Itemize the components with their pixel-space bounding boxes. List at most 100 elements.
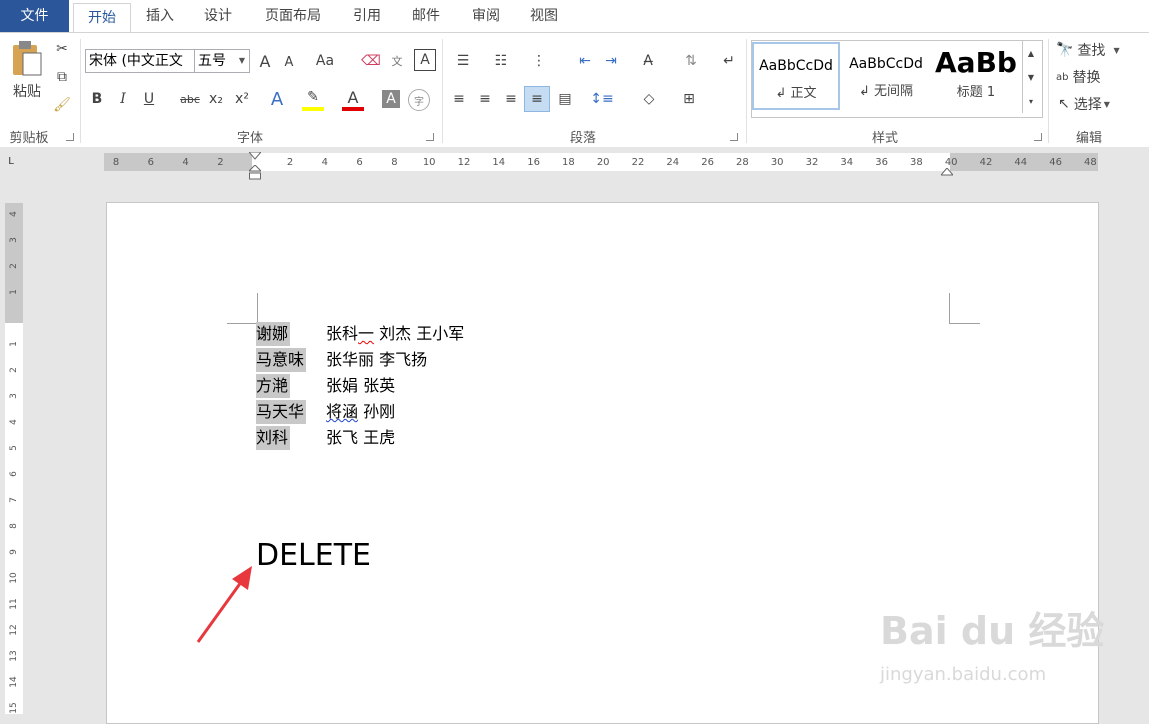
vertical-ruler[interactable]: 4 3 2 1 1 2 3 4 5 6 7 8 9 10 11 12 13 14 15 bbox=[5, 203, 23, 714]
text-effects-icon[interactable]: A bbox=[266, 87, 288, 111]
ruler-tick-label: 5 bbox=[9, 445, 19, 451]
align-center-icon[interactable]: ≡ bbox=[474, 87, 496, 111]
font-size-value: 五号 bbox=[198, 53, 226, 69]
grow-font-button[interactable]: A bbox=[256, 49, 274, 73]
multilevel-list-icon[interactable]: ⋮ bbox=[524, 49, 554, 73]
ruler-tick-label: 11 bbox=[9, 598, 19, 610]
document-line[interactable]: 谢娜 张科一 刘杰 王小军 bbox=[256, 322, 464, 346]
strikethrough-button[interactable]: abc bbox=[178, 87, 202, 111]
ruler-tick-label: 46 bbox=[1049, 157, 1062, 168]
line-rest: 张娟 张英 bbox=[326, 376, 396, 395]
select-button[interactable]: ↖ 选择 ▼ bbox=[1058, 93, 1110, 115]
ruler-tick-label: 42 bbox=[979, 157, 993, 168]
document-line[interactable]: 方滟 张娟 张英 bbox=[256, 374, 395, 398]
baidu-watermark-url: jingyan.baidu.com bbox=[880, 664, 1047, 685]
ruler-tick-label: 28 bbox=[736, 157, 749, 168]
line-spacing-icon[interactable]: ↕≡ bbox=[586, 87, 618, 111]
editing-group-label: 编辑 bbox=[1075, 131, 1102, 146]
tab-references[interactable]: 引用 bbox=[342, 0, 392, 32]
style-heading-1[interactable]: AaBb 标题 1 bbox=[932, 42, 1020, 110]
right-indent-marker[interactable] bbox=[939, 165, 955, 176]
style-normal-preview: AaBbCcDd bbox=[759, 58, 833, 74]
phonetic-guide-icon[interactable]: 文 bbox=[386, 49, 408, 73]
styles-scroll-up-icon[interactable]: ▲ bbox=[1022, 41, 1039, 65]
divider bbox=[80, 39, 81, 143]
ruler-tick-label: 16 bbox=[527, 157, 540, 168]
document-line[interactable]: 刘科 张飞 王虎 bbox=[256, 426, 395, 450]
ruler-tick-label: 18 bbox=[562, 157, 575, 168]
ruler-tick-label: 6 bbox=[147, 157, 154, 168]
sort-icon[interactable]: ⇅ bbox=[680, 49, 702, 73]
styles-launcher-icon[interactable] bbox=[1034, 133, 1042, 141]
styles-more-icon[interactable]: ▾ bbox=[1022, 89, 1039, 113]
style-normal[interactable]: AaBbCcDd ↲ 正文 bbox=[752, 42, 840, 110]
copy-icon[interactable]: ⧉ bbox=[52, 67, 72, 87]
left-indent-marker[interactable] bbox=[247, 164, 263, 181]
bullets-icon[interactable]: ☰ bbox=[448, 49, 478, 73]
character-border-icon[interactable]: A bbox=[414, 49, 436, 71]
subscript-button[interactable]: x₂ bbox=[206, 87, 226, 111]
style-normal-label: ↲ 正文 bbox=[775, 86, 817, 101]
bold-button[interactable]: B bbox=[88, 87, 106, 111]
find-label: 查找 bbox=[1077, 43, 1106, 59]
font-launcher-icon[interactable] bbox=[426, 133, 434, 141]
character-shading-icon[interactable]: A bbox=[382, 90, 400, 108]
selected-name: 马意味 bbox=[256, 348, 307, 372]
tab-design[interactable]: 设计 bbox=[193, 0, 243, 32]
show-hide-marks-icon[interactable]: ↵ bbox=[718, 49, 740, 73]
tab-insert[interactable]: 插入 bbox=[135, 0, 185, 32]
change-case-button[interactable]: Aa bbox=[314, 49, 336, 73]
tab-review[interactable]: 审阅 bbox=[461, 0, 511, 32]
enclose-characters-icon[interactable]: 字 bbox=[408, 89, 430, 111]
styles-scroll-down-icon[interactable]: ▼ bbox=[1022, 65, 1039, 89]
document-line[interactable]: 马天华 将涵 孙刚 bbox=[256, 400, 395, 424]
cut-icon[interactable]: ✂ bbox=[52, 39, 72, 59]
font-name-combo[interactable]: 宋体 (中文正文 bbox=[85, 49, 195, 73]
justify-icon[interactable]: ≡ bbox=[524, 86, 550, 112]
style-no-spacing[interactable]: AaBbCcDd ↲ 无间隔 bbox=[842, 42, 930, 110]
baidu-watermark-logo: Bai du 经验 bbox=[880, 609, 1105, 653]
decrease-indent-icon[interactable]: ⇤ bbox=[574, 49, 596, 73]
distributed-icon[interactable]: ▤ bbox=[554, 87, 576, 111]
superscript-button[interactable]: x² bbox=[232, 87, 252, 111]
tab-file[interactable]: 文件 bbox=[0, 0, 69, 32]
style-no-spacing-preview: AaBbCcDd bbox=[849, 56, 923, 72]
font-size-combo[interactable]: 五号 ▼ bbox=[194, 49, 250, 73]
align-left-icon[interactable]: ≡ bbox=[448, 87, 470, 111]
selected-name: 谢娜 bbox=[256, 322, 291, 346]
borders-icon[interactable]: ⊞ bbox=[674, 87, 704, 111]
document-line[interactable]: 马意味 张华丽 李飞扬 bbox=[256, 348, 427, 372]
tab-mailings[interactable]: 邮件 bbox=[401, 0, 451, 32]
italic-button[interactable]: I bbox=[114, 87, 132, 111]
selected-name: 刘科 bbox=[256, 426, 291, 450]
ruler-tick-label: 2 bbox=[9, 263, 19, 269]
paste-button[interactable]: 粘贴 bbox=[6, 81, 48, 101]
align-right-icon[interactable]: ≡ bbox=[500, 87, 522, 111]
ruler-tick-label: 14 bbox=[492, 157, 506, 168]
find-button[interactable]: 🔭 查找 ▼ bbox=[1056, 39, 1120, 61]
ruler-tick-label: 30 bbox=[770, 157, 784, 168]
tab-page-layout[interactable]: 页面布局 bbox=[254, 0, 332, 32]
shrink-font-button[interactable]: A bbox=[280, 51, 298, 73]
underline-button[interactable]: U bbox=[140, 87, 158, 111]
line-rest: 张华丽 李飞扬 bbox=[326, 350, 428, 369]
clear-formatting-icon[interactable]: ⌫ bbox=[360, 49, 382, 73]
ruler-tick-label: 8 bbox=[112, 157, 120, 168]
shading-icon[interactable]: ◇ bbox=[634, 87, 664, 111]
format-painter-icon[interactable]: 🖌 bbox=[52, 95, 72, 115]
font-color-icon[interactable]: A bbox=[342, 87, 364, 111]
paste-icon[interactable] bbox=[6, 39, 48, 79]
paragraph-launcher-icon[interactable] bbox=[730, 133, 738, 141]
tab-home[interactable]: 开始 bbox=[73, 3, 131, 34]
chinese-layout-icon[interactable]: A̶ bbox=[634, 49, 662, 73]
tab-view[interactable]: 视图 bbox=[519, 0, 569, 32]
highlight-icon[interactable]: ✎ bbox=[302, 87, 324, 111]
numbering-icon[interactable]: ☷ bbox=[486, 49, 516, 73]
first-line-indent-marker[interactable] bbox=[247, 149, 263, 160]
increase-indent-icon[interactable]: ⇥ bbox=[600, 49, 622, 73]
ruler-tick-label: 48 bbox=[1084, 157, 1097, 168]
selected-name: 方滟 bbox=[256, 374, 291, 398]
clipboard-launcher-icon[interactable] bbox=[66, 133, 74, 141]
tab-selector[interactable]: L bbox=[4, 156, 18, 170]
replace-button[interactable]: ab 替换 bbox=[1056, 66, 1100, 88]
